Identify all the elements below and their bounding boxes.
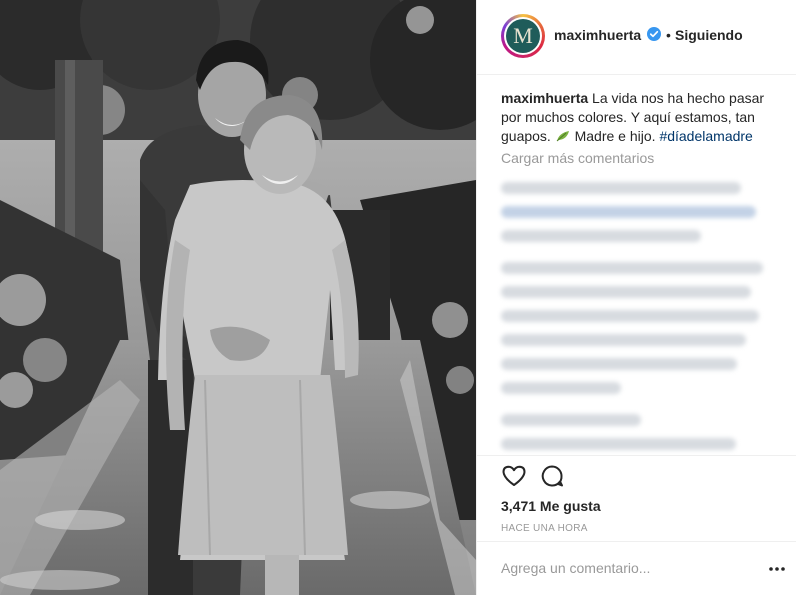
comment-input[interactable] bbox=[501, 556, 741, 580]
post-actions: 3,471 Me gusta HACE UNA HORA bbox=[477, 455, 796, 595]
follow-separator: • bbox=[666, 27, 671, 43]
blurred-comment bbox=[501, 358, 737, 370]
likes-count[interactable]: 3,471 Me gusta bbox=[501, 498, 601, 514]
blurred-comment bbox=[501, 414, 641, 426]
more-options-icon[interactable] bbox=[767, 564, 787, 574]
post-timestamp[interactable]: HACE UNA HORA bbox=[501, 523, 588, 534]
blurred-comment bbox=[501, 206, 756, 218]
header-username[interactable]: maximhuerta bbox=[554, 27, 641, 43]
load-more-comments-link[interactable]: Cargar más comentarios bbox=[501, 150, 654, 166]
caption-tail: Madre e hijo. bbox=[574, 128, 656, 144]
hashtag-link[interactable]: #díadelamadre bbox=[659, 128, 752, 144]
photo-illustration bbox=[0, 0, 476, 595]
blurred-comment bbox=[501, 438, 736, 450]
post-caption: maximhuerta La vida nos ha hecho pasar p… bbox=[501, 89, 781, 146]
blurred-comment bbox=[501, 334, 746, 346]
comment-bubble-icon[interactable] bbox=[540, 464, 566, 488]
avatar[interactable]: M bbox=[501, 14, 545, 58]
caption-username[interactable]: maximhuerta bbox=[501, 90, 588, 106]
blurred-comment bbox=[501, 382, 621, 394]
leaf-emoji-icon bbox=[556, 131, 569, 142]
post-header: M maximhuerta • Siguiendo bbox=[477, 0, 796, 75]
post-photo[interactable] bbox=[0, 0, 476, 595]
post-side-panel: M maximhuerta • Siguiendo maximhuerta La… bbox=[476, 0, 796, 595]
blurred-comment bbox=[501, 310, 759, 322]
heart-outline-icon[interactable] bbox=[501, 464, 527, 488]
blurred-comment bbox=[501, 182, 741, 194]
comments-list bbox=[497, 170, 781, 455]
blurred-comment bbox=[501, 286, 751, 298]
add-comment-bar bbox=[477, 541, 796, 596]
verified-badge-icon bbox=[647, 27, 661, 41]
avatar-logo: M bbox=[506, 19, 540, 53]
following-button[interactable]: Siguiendo bbox=[675, 27, 743, 43]
blurred-comment bbox=[501, 230, 701, 242]
avatar-ring: M bbox=[504, 17, 542, 55]
blurred-comment bbox=[501, 262, 763, 274]
